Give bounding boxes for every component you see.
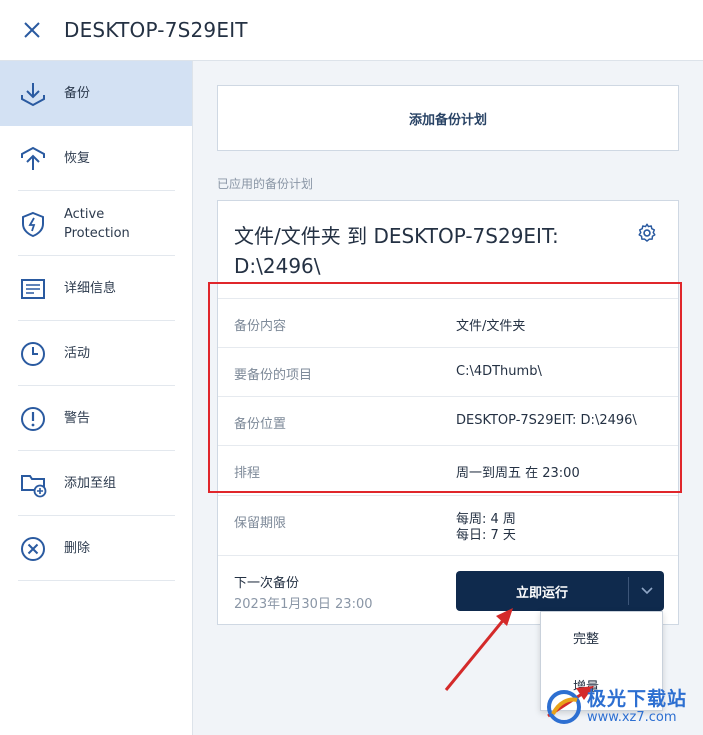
folder-add-icon — [18, 469, 48, 499]
close-button[interactable] — [0, 0, 64, 61]
retention-weekly: 每周: 4 周 — [456, 512, 516, 527]
backup-plan-card: 文件/文件夹 到 DESKTOP-7S29EIT: D:\2496\ 备份内容 … — [217, 200, 679, 625]
row-key: 备份内容 — [234, 319, 287, 334]
row-value: 文件/文件夹 — [456, 319, 526, 334]
sidebar-item-activity[interactable]: 活动 — [0, 321, 192, 386]
sidebar-item-label: Active Protection — [64, 206, 130, 241]
plan-settings-button[interactable] — [636, 222, 658, 244]
menu-item-full[interactable]: 完整 — [541, 614, 662, 660]
row-value: DESKTOP-7S29EIT: D:\2496\ — [456, 413, 637, 428]
window-title: DESKTOP-7S29EIT — [64, 18, 248, 42]
sidebar: 备份 恢复 Active Protection 详细信息 活动 警告 添加至组 … — [0, 61, 193, 735]
watermark-url: www.xz7.com — [587, 710, 677, 725]
applied-plans-heading: 已应用的备份计划 — [217, 177, 314, 191]
sidebar-item-label: 活动 — [64, 346, 91, 361]
divider — [18, 580, 175, 581]
sidebar-item-backup[interactable]: 备份 — [0, 61, 192, 126]
window-header: DESKTOP-7S29EIT — [0, 0, 703, 61]
row-value: 周一到周五 在 23:00 — [456, 466, 580, 481]
sidebar-item-label: 恢复 — [64, 151, 91, 166]
sidebar-item-label: 备份 — [64, 86, 91, 101]
plan-row-retention: 保留期限 每周: 4 周 每日: 7 天 — [218, 495, 678, 555]
row-key: 排程 — [234, 466, 261, 481]
close-icon — [24, 22, 40, 38]
plan-row-content: 备份内容 文件/文件夹 — [218, 298, 678, 347]
plan-row-items: 要备份的项目 C:\4DThumb\ — [218, 347, 678, 396]
sidebar-item-recovery[interactable]: 恢复 — [0, 126, 192, 191]
row-key: 保留期限 — [234, 516, 287, 531]
gear-icon — [638, 223, 656, 242]
row-key: 备份位置 — [234, 417, 287, 432]
run-now-split-button: 立即运行 — [456, 571, 664, 611]
clock-icon — [18, 339, 48, 369]
watermark-logo-icon — [547, 690, 581, 724]
plan-row-schedule: 排程 周一到周五 在 23:00 — [218, 445, 678, 494]
sidebar-item-alerts[interactable]: 警告 — [0, 386, 192, 451]
plan-row-location: 备份位置 DESKTOP-7S29EIT: D:\2496\ — [218, 396, 678, 445]
row-key: 要备份的项目 — [234, 368, 313, 383]
sidebar-item-label: 添加至组 — [64, 476, 117, 491]
sidebar-item-details[interactable]: 详细信息 — [0, 256, 192, 321]
shield-icon — [18, 209, 48, 239]
retention-daily: 每日: 7 天 — [456, 528, 516, 543]
recovery-icon — [18, 144, 48, 174]
delete-icon — [18, 534, 48, 564]
run-options-toggle[interactable] — [629, 571, 664, 611]
chevron-down-icon — [640, 587, 653, 595]
watermark-title: 极光下载站 — [587, 688, 688, 710]
sidebar-item-label: 详细信息 — [64, 281, 117, 296]
alert-icon — [18, 404, 48, 434]
row-value: C:\4DThumb\ — [456, 364, 542, 379]
next-backup-time: 2023年1月30日 23:00 — [234, 597, 373, 612]
sidebar-item-delete[interactable]: 删除 — [0, 516, 192, 581]
details-icon — [18, 274, 48, 304]
sidebar-item-active-protection[interactable]: Active Protection — [0, 191, 192, 256]
plan-title: 文件/文件夹 到 DESKTOP-7S29EIT: D:\2496\ — [234, 224, 559, 278]
run-now-button[interactable]: 立即运行 — [456, 571, 628, 611]
sidebar-item-label: 删除 — [64, 541, 91, 556]
next-backup-label: 下一次备份 — [234, 576, 300, 591]
sidebar-item-label: 警告 — [64, 411, 91, 426]
backup-icon — [18, 79, 48, 109]
watermark: 极光下载站 www.xz7.com — [545, 684, 703, 730]
sidebar-item-add-to-group[interactable]: 添加至组 — [0, 451, 192, 516]
add-backup-plan-button[interactable]: 添加备份计划 — [217, 85, 679, 151]
